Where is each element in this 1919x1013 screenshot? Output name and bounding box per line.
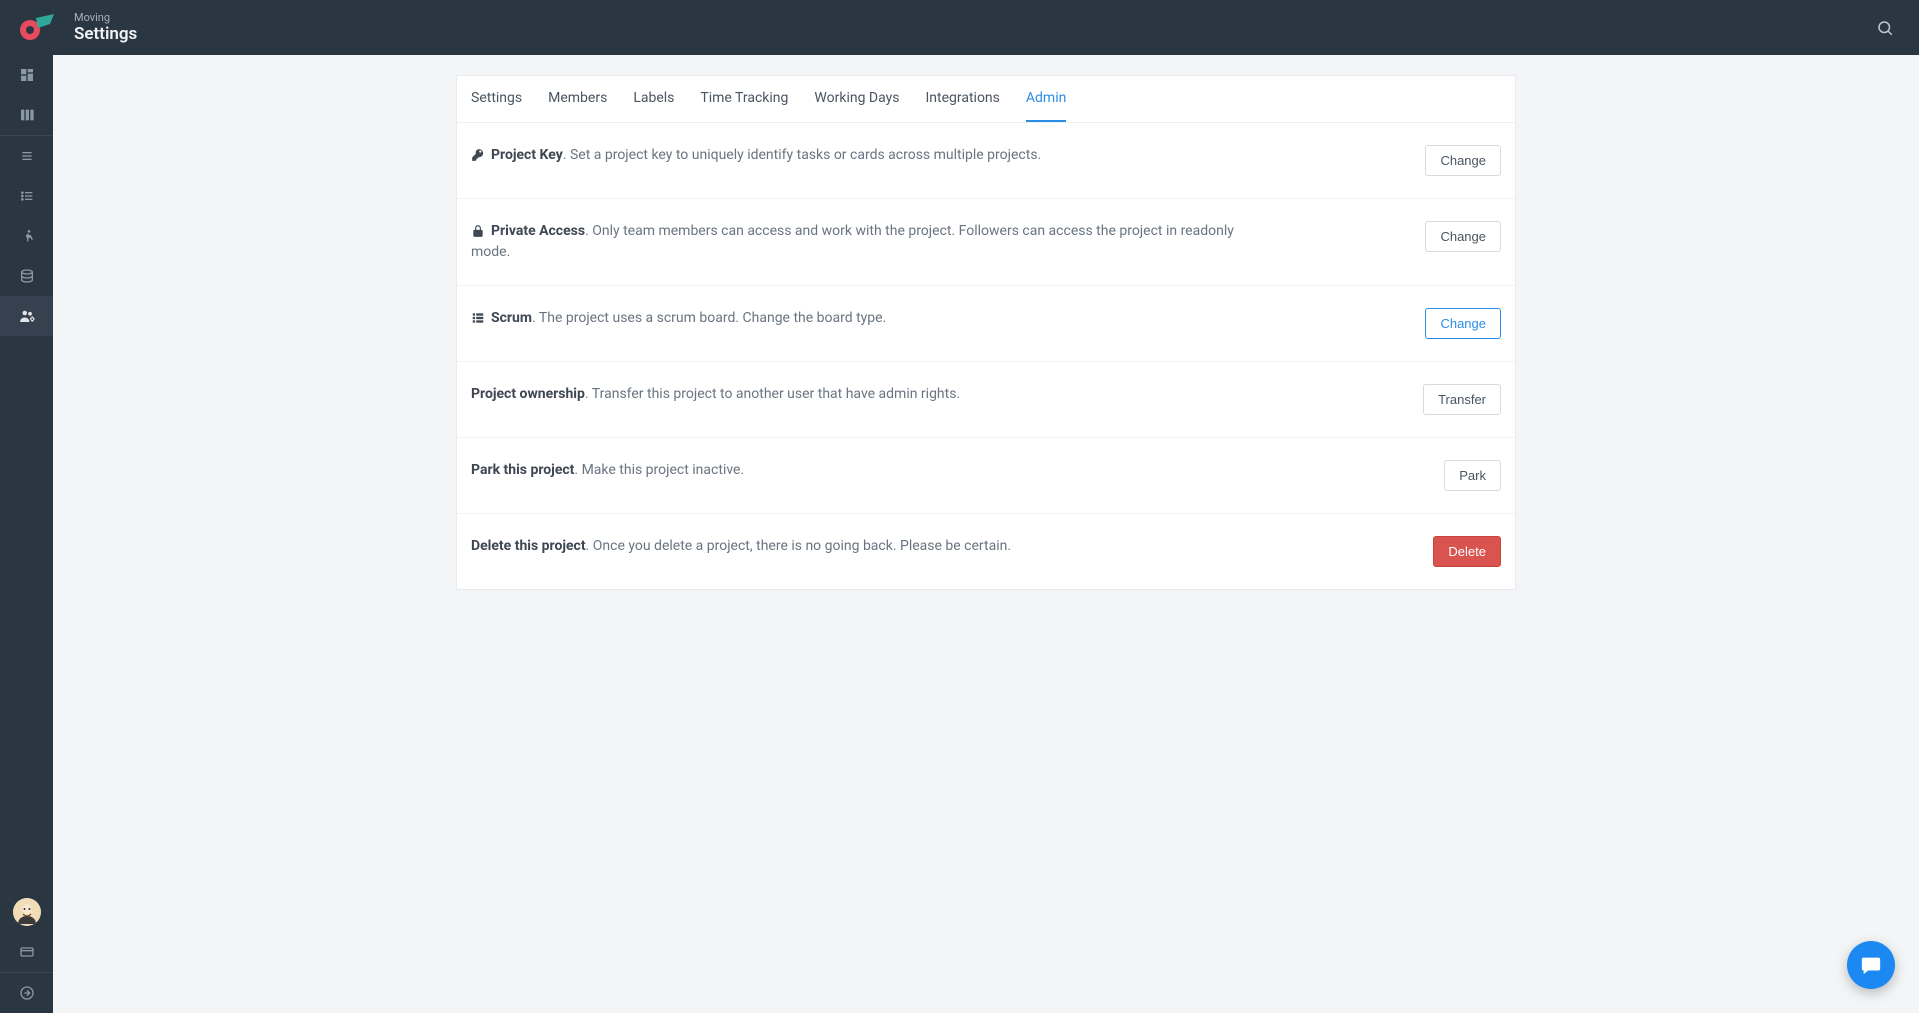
key-icon xyxy=(471,148,485,162)
sidebar-item-list[interactable] xyxy=(0,176,53,216)
row-desc: . Transfer this project to another user … xyxy=(585,386,960,402)
row-desc: . The project uses a scrum board. Change… xyxy=(532,310,886,326)
sidebar xyxy=(0,55,53,1013)
park-project-button[interactable]: Park xyxy=(1444,460,1501,491)
sidebar-item-dashboard[interactable] xyxy=(0,55,53,95)
row-title: Delete this project xyxy=(471,538,586,554)
sidebar-item-sprint[interactable] xyxy=(0,216,53,256)
row-text: Project Key. Set a project key to unique… xyxy=(471,145,1041,166)
change-access-button[interactable]: Change xyxy=(1425,221,1501,252)
list-lines-icon xyxy=(19,148,35,164)
tab-labels[interactable]: Labels xyxy=(633,76,674,122)
tab-members[interactable]: Members xyxy=(548,76,607,122)
tab-settings[interactable]: Settings xyxy=(471,76,522,122)
row-delete: Delete this project. Once you delete a p… xyxy=(457,514,1515,589)
user-avatar-icon xyxy=(13,898,41,926)
sidebar-item-backlog[interactable] xyxy=(0,136,53,176)
row-ownership: Project ownership. Transfer this project… xyxy=(457,362,1515,438)
row-desc: . Make this project inactive. xyxy=(574,462,744,478)
row-title: Project Key xyxy=(491,147,563,163)
row-title: Park this project xyxy=(471,462,574,478)
row-title: Private Access xyxy=(491,223,585,239)
row-text: Scrum. The project uses a scrum board. C… xyxy=(471,308,886,329)
sidebar-item-logout[interactable] xyxy=(0,973,53,1013)
sidebar-item-avatar[interactable] xyxy=(0,892,53,932)
row-text: Private Access. Only team members can ac… xyxy=(471,221,1251,263)
row-project-key: Project Key. Set a project key to unique… xyxy=(457,123,1515,199)
chat-icon xyxy=(1860,954,1882,976)
dashboard-icon xyxy=(19,67,35,83)
list-icon xyxy=(19,188,35,204)
page-title: Settings xyxy=(74,24,137,44)
search-button[interactable] xyxy=(1867,10,1903,46)
board-type-icon xyxy=(471,311,485,325)
row-desc: . Only team members can access and work … xyxy=(471,223,1234,260)
row-title: Project ownership xyxy=(471,386,585,402)
header-titles: Moving Settings xyxy=(74,11,137,45)
database-icon xyxy=(19,268,35,284)
settings-card: Settings Members Labels Time Tracking Wo… xyxy=(456,75,1516,590)
logout-icon xyxy=(19,985,35,1001)
change-project-key-button[interactable]: Change xyxy=(1425,145,1501,176)
topbar: Moving Settings xyxy=(0,0,1919,55)
sidebar-item-settings[interactable] xyxy=(0,296,53,336)
tab-time-tracking[interactable]: Time Tracking xyxy=(700,76,788,122)
credit-card-icon xyxy=(19,944,35,960)
app-logo[interactable] xyxy=(16,8,56,48)
tab-integrations[interactable]: Integrations xyxy=(925,76,999,122)
sidebar-item-board[interactable] xyxy=(0,95,53,135)
tab-working-days[interactable]: Working Days xyxy=(814,76,899,122)
change-board-type-button[interactable]: Change xyxy=(1425,308,1501,339)
row-text: Park this project. Make this project ina… xyxy=(471,460,744,481)
delete-project-button[interactable]: Delete xyxy=(1433,536,1501,567)
row-desc: . Set a project key to uniquely identify… xyxy=(563,147,1041,163)
transfer-ownership-button[interactable]: Transfer xyxy=(1423,384,1501,415)
row-text: Project ownership. Transfer this project… xyxy=(471,384,960,405)
row-title: Scrum xyxy=(491,310,532,326)
chat-widget-button[interactable] xyxy=(1847,941,1895,989)
row-scrum: Scrum. The project uses a scrum board. C… xyxy=(457,286,1515,362)
row-text: Delete this project. Once you delete a p… xyxy=(471,536,1011,557)
lock-icon xyxy=(471,224,485,238)
sidebar-item-data[interactable] xyxy=(0,256,53,296)
row-desc: . Once you delete a project, there is no… xyxy=(586,538,1011,554)
tabs: Settings Members Labels Time Tracking Wo… xyxy=(457,76,1515,123)
header-subtitle: Moving xyxy=(74,11,137,24)
sidebar-item-billing[interactable] xyxy=(0,932,53,972)
main-content: Settings Members Labels Time Tracking Wo… xyxy=(53,55,1919,1013)
tab-admin[interactable]: Admin xyxy=(1026,76,1066,122)
team-settings-icon xyxy=(18,307,36,325)
row-park: Park this project. Make this project ina… xyxy=(457,438,1515,514)
board-icon xyxy=(19,107,35,123)
running-icon xyxy=(19,228,35,244)
row-private-access: Private Access. Only team members can ac… xyxy=(457,199,1515,286)
